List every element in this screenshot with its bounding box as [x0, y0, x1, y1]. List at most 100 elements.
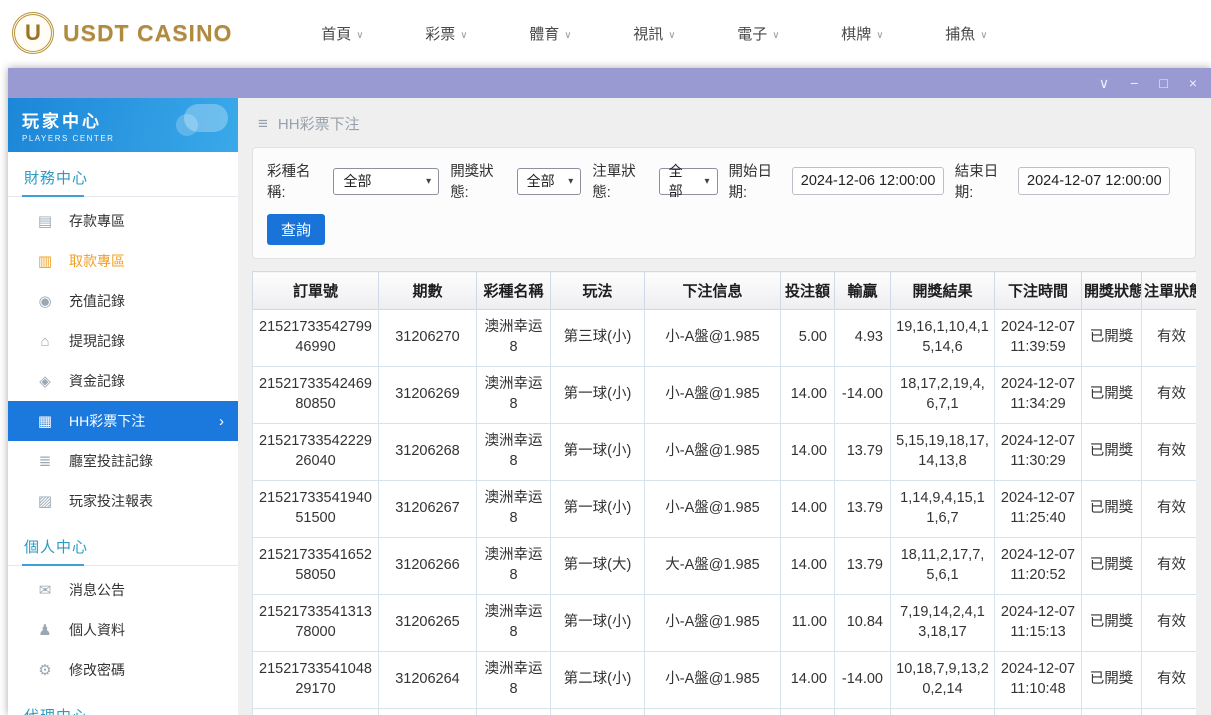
- sidebar-item-profile[interactable]: ♟ 個人資料: [8, 610, 238, 650]
- column-header-period: 期數: [379, 272, 477, 310]
- cell-bet-time: 2024-12-07 11:20:52: [995, 538, 1082, 595]
- site-logo[interactable]: U USDT CASINO: [12, 12, 232, 54]
- cell-draw-status: 已開獎: [1082, 538, 1142, 595]
- cell-play-type: 第一球(小): [551, 595, 645, 652]
- funds-icon: ◈: [36, 372, 54, 390]
- chevron-down-icon: ∨: [460, 30, 467, 41]
- sidebar-header: 玩家中心 PLAYERS CENTER: [8, 98, 238, 152]
- sidebar-item-player-bet-report[interactable]: ▨ 玩家投注報表: [8, 481, 238, 521]
- bet-status-label: 注單狀態:: [592, 160, 652, 202]
- page-title: HH彩票下注: [278, 113, 360, 134]
- table-row-partial: [253, 709, 1197, 715]
- sidebar-item-funds-records[interactable]: ◈ 資金記錄: [8, 361, 238, 401]
- cell-lottery-name: 澳洲幸运8: [477, 310, 551, 367]
- sidebar-subtitle: PLAYERS CENTER: [22, 134, 224, 143]
- nav-item-card-games[interactable]: 棋牌∨: [810, 23, 914, 44]
- top-navigation: U USDT CASINO 首頁∨ 彩票∨ 體育∨ 視訊∨ 電子∨ 棋牌∨ 捕魚…: [0, 0, 1211, 66]
- cell-draw-status: 已開獎: [1082, 481, 1142, 538]
- sidebar-item-withdrawal-records[interactable]: ⌂ 提現記錄: [8, 321, 238, 361]
- cell-winloss: 13.79: [835, 424, 891, 481]
- cell-bet-info: 小-A盤@1.985: [645, 595, 781, 652]
- nav-item-slots[interactable]: 電子∨: [706, 23, 810, 44]
- section-personal-center: 個人中心: [8, 521, 238, 566]
- deposit-card-icon: ▤: [36, 212, 54, 230]
- list-icon: ≣: [36, 452, 54, 470]
- lottery-ticket-icon: ▦: [36, 412, 54, 430]
- sidebar-item-deposit[interactable]: ▤ 存款專區: [8, 201, 238, 241]
- main-menu: 首頁∨ 彩票∨ 體育∨ 視訊∨ 電子∨ 棋牌∨ 捕魚∨: [290, 23, 1018, 44]
- menu-icon[interactable]: ≡: [258, 114, 268, 134]
- cell-draw-status: 已開獎: [1082, 652, 1142, 709]
- cell-play-type: 第二球(小): [551, 652, 645, 709]
- cell-order-number: 2152173354279946990: [253, 310, 379, 367]
- bets-table-container: 訂單號 期數 彩種名稱 玩法 下注信息 投注額 輸贏 開獎結果 下注時間 開獎狀…: [252, 271, 1196, 715]
- end-date-label: 結束日期:: [955, 160, 1012, 202]
- cell-lottery-name: 澳洲幸运8: [477, 481, 551, 538]
- cell-draw-status: 已開獎: [1082, 595, 1142, 652]
- draw-status-select[interactable]: 全部▾: [517, 168, 582, 195]
- window-maximize-icon[interactable]: □: [1159, 76, 1167, 90]
- sidebar-item-hh-lottery-bets[interactable]: ▦ HH彩票下注 ›: [8, 401, 238, 441]
- sidebar-item-withdraw[interactable]: ▥ 取款專區: [8, 241, 238, 281]
- cell-period: 31206270: [379, 310, 477, 367]
- nav-item-live-video[interactable]: 視訊∨: [602, 23, 706, 44]
- cell-bet-time: 2024-12-07 11:30:29: [995, 424, 1082, 481]
- cell-winloss: 4.93: [835, 310, 891, 367]
- start-date-label: 開始日期:: [729, 160, 786, 202]
- cell-lottery-name: 澳洲幸运8: [477, 652, 551, 709]
- cell-play-type: 第一球(大): [551, 538, 645, 595]
- end-date-input[interactable]: [1018, 167, 1170, 195]
- bet-status-select[interactable]: 全部▾: [659, 168, 718, 195]
- table-row: 2152173354165258050 31206266 澳洲幸运8 第一球(大…: [253, 538, 1197, 595]
- cell-draw-status: 已開獎: [1082, 310, 1142, 367]
- sidebar-item-announcements[interactable]: ✉ 消息公告: [8, 570, 238, 610]
- user-icon: ♟: [36, 621, 54, 639]
- column-header-bet-status: 注單狀態: [1142, 272, 1197, 310]
- window-titlebar: ∨ − □ ×: [8, 68, 1211, 98]
- lottery-name-label: 彩種名稱:: [267, 160, 327, 202]
- lottery-name-select[interactable]: 全部▾: [333, 168, 439, 195]
- gamepad-icon: [184, 104, 228, 132]
- start-date-input[interactable]: [792, 167, 944, 195]
- cell-lottery-name: 澳洲幸运8: [477, 424, 551, 481]
- chevron-down-icon: ∨: [356, 30, 363, 41]
- table-row: 2152173354246980850 31206269 澳洲幸运8 第一球(小…: [253, 367, 1197, 424]
- cell-bet-info: 小-A盤@1.985: [645, 481, 781, 538]
- column-header-bet-time: 下注時間: [995, 272, 1082, 310]
- select-arrow-icon: ▾: [568, 176, 573, 187]
- cell-bet-status: 有效: [1142, 481, 1197, 538]
- search-button[interactable]: 查詢: [267, 214, 325, 245]
- nav-item-sports[interactable]: 體育∨: [498, 23, 602, 44]
- cell-draw-result: 10,18,7,9,13,20,2,14: [891, 652, 995, 709]
- cell-order-number: 2152173354222926040: [253, 424, 379, 481]
- window-collapse-icon[interactable]: ∨: [1099, 76, 1109, 90]
- table-row: 2152173354194051500 31206267 澳洲幸运8 第一球(小…: [253, 481, 1197, 538]
- sidebar-item-hall-bet-records[interactable]: ≣ 廳室投註記錄: [8, 441, 238, 481]
- nav-item-lottery[interactable]: 彩票∨: [394, 23, 498, 44]
- main-content: ≡ HH彩票下注 彩種名稱: 全部▾ 開獎狀態: 全部▾: [238, 98, 1211, 715]
- nav-item-home[interactable]: 首頁∨: [290, 23, 394, 44]
- cell-order-number: 2152173354165258050: [253, 538, 379, 595]
- table-row: 2152173354104829170 31206264 澳洲幸运8 第二球(小…: [253, 652, 1197, 709]
- cell-play-type: 第一球(小): [551, 481, 645, 538]
- window-minimize-icon[interactable]: −: [1130, 76, 1138, 90]
- breadcrumb: ≡ HH彩票下注: [238, 98, 1211, 145]
- cell-lottery-name: 澳洲幸运8: [477, 367, 551, 424]
- sidebar-item-recharge-records[interactable]: ◉ 充值記錄: [8, 281, 238, 321]
- report-chart-icon: ▨: [36, 492, 54, 510]
- cell-bet-time: 2024-12-07 11:39:59: [995, 310, 1082, 367]
- cell-bet-status: 有效: [1142, 367, 1197, 424]
- cell-bet-status: 有效: [1142, 652, 1197, 709]
- cell-draw-result: 18,17,2,19,4,6,7,1: [891, 367, 995, 424]
- draw-status-label: 開獎狀態:: [450, 160, 510, 202]
- cell-draw-result: 5,15,19,18,17,14,13,8: [891, 424, 995, 481]
- nav-item-fishing[interactable]: 捕魚∨: [914, 23, 1018, 44]
- cell-bet-amount: 14.00: [781, 652, 835, 709]
- sidebar-item-change-password[interactable]: ⚙ 修改密碼: [8, 650, 238, 690]
- column-header-bet-info: 下注信息: [645, 272, 781, 310]
- cell-order-number: 2152173354246980850: [253, 367, 379, 424]
- withdraw-card-icon: ▥: [36, 252, 54, 270]
- window-close-icon[interactable]: ×: [1189, 76, 1197, 90]
- cell-bet-info: 小-A盤@1.985: [645, 652, 781, 709]
- sidebar: 玩家中心 PLAYERS CENTER 財務中心 ▤ 存款專區 ▥ 取款專區 ◉…: [8, 98, 238, 715]
